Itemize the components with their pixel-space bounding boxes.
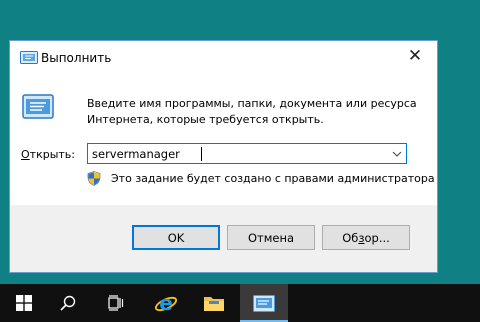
internet-explorer-button[interactable]: e bbox=[142, 284, 190, 322]
open-label-text: ткрыть: bbox=[29, 148, 75, 161]
description-line-2: Интернета, которые требуется открыть. bbox=[87, 113, 324, 126]
start-button[interactable] bbox=[0, 284, 48, 322]
task-view-icon bbox=[108, 295, 124, 311]
cancel-button[interactable]: Отмена bbox=[227, 225, 315, 250]
cancel-label: Отмена bbox=[247, 230, 295, 245]
run-icon bbox=[20, 51, 38, 64]
close-icon: ✕ bbox=[407, 46, 423, 66]
internet-explorer-icon: e bbox=[154, 291, 178, 315]
run-icon bbox=[253, 294, 275, 312]
browse-label-start: Об bbox=[342, 230, 359, 245]
run-app-button[interactable] bbox=[240, 284, 288, 322]
open-combobox[interactable]: servermanager bbox=[87, 143, 407, 164]
open-label: Открыть: bbox=[21, 148, 75, 161]
taskbar: e bbox=[0, 284, 480, 322]
description: Введите имя программы, папки, документа … bbox=[87, 96, 427, 128]
folder-icon bbox=[204, 297, 224, 311]
search-icon bbox=[60, 295, 76, 311]
close-button[interactable]: ✕ bbox=[393, 41, 437, 71]
window-title: Выполнить bbox=[41, 51, 112, 65]
open-input[interactable]: servermanager bbox=[92, 147, 180, 161]
run-program-icon bbox=[22, 94, 54, 119]
browse-button[interactable]: Об з ор... bbox=[322, 225, 410, 250]
run-dialog: Выполнить ✕ Введите имя программы, папки… bbox=[9, 40, 438, 273]
uac-shield-icon bbox=[87, 171, 101, 186]
task-view-button[interactable] bbox=[92, 284, 140, 322]
file-explorer-button[interactable] bbox=[190, 284, 238, 322]
text-caret bbox=[201, 147, 202, 161]
open-label-accel: О bbox=[21, 148, 30, 161]
title-bar[interactable]: Выполнить ✕ bbox=[10, 41, 437, 74]
search-button[interactable] bbox=[44, 284, 92, 322]
browse-label-end: ор... bbox=[364, 230, 390, 245]
ok-button[interactable]: OK bbox=[132, 225, 220, 250]
windows-icon bbox=[16, 295, 32, 311]
description-line-1: Введите имя программы, папки, документа … bbox=[87, 97, 417, 110]
chevron-down-icon bbox=[392, 151, 402, 157]
button-footer: OK Отмена Об з ор... bbox=[10, 205, 437, 272]
dropdown-button[interactable] bbox=[388, 144, 406, 163]
admin-note: Это задание будет создано с правами адми… bbox=[111, 172, 435, 185]
svg-text:e: e bbox=[159, 291, 173, 315]
ok-label: OK bbox=[167, 230, 185, 245]
